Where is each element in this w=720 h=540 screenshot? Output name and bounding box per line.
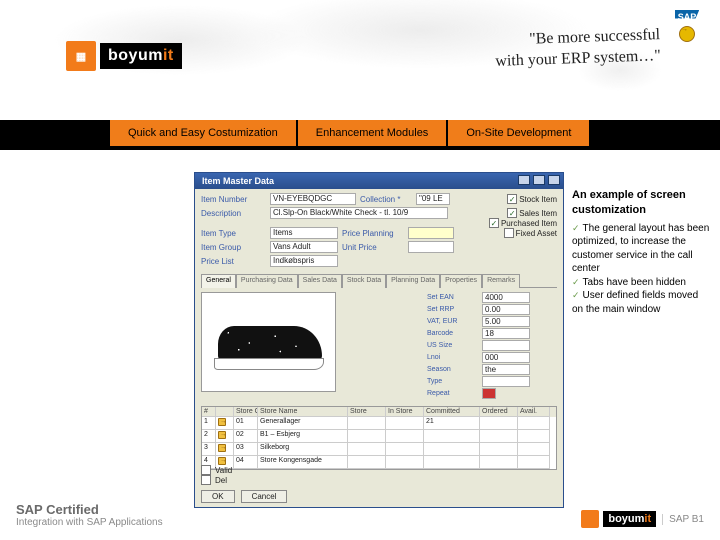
tab-remarks[interactable]: Remarks bbox=[482, 274, 520, 288]
repeat-input[interactable] bbox=[482, 388, 496, 399]
ussize-input[interactable] bbox=[482, 340, 530, 351]
set-rrp-input[interactable]: 0.00 bbox=[482, 304, 530, 315]
shoe-icon bbox=[214, 315, 324, 370]
nav-quick-easy[interactable]: Quick and Easy Costumization bbox=[110, 120, 296, 146]
unit-price-label: Unit Price bbox=[342, 243, 404, 252]
item-type-select[interactable]: Items bbox=[270, 227, 338, 239]
item-type-label: Item Type bbox=[201, 229, 266, 238]
warehouse-grid[interactable]: # Store CodeStore Name StoreIn Store Com… bbox=[201, 406, 557, 470]
link-arrow-icon[interactable] bbox=[218, 418, 226, 426]
item-number-label: Item Number bbox=[201, 195, 266, 204]
item-image[interactable] bbox=[201, 292, 336, 392]
lnoi-input[interactable]: 000 bbox=[482, 352, 530, 363]
price-planning-input[interactable] bbox=[408, 227, 454, 239]
del-checkbox[interactable] bbox=[201, 475, 211, 485]
nav-onsite[interactable]: On-Site Development bbox=[448, 120, 589, 146]
tab-planning[interactable]: Planning Data bbox=[386, 274, 440, 288]
brand-logo: ▦ boyumit bbox=[66, 36, 226, 76]
link-arrow-icon[interactable] bbox=[218, 444, 226, 452]
item-group-label: Item Group bbox=[201, 243, 266, 252]
price-list-label: Price List bbox=[201, 257, 266, 266]
brand-mark-icon: ▦ bbox=[66, 41, 96, 71]
valid-checkbox[interactable] bbox=[201, 465, 211, 475]
set-ean-input[interactable]: 4000 bbox=[482, 292, 530, 303]
brand-mark-icon bbox=[581, 510, 599, 528]
collection-input[interactable]: "09 LE bbox=[416, 193, 450, 205]
sales-checkbox[interactable]: ✓ bbox=[507, 208, 517, 218]
price-planning-label: Price Planning bbox=[342, 229, 404, 238]
barcode-input[interactable]: 18 bbox=[482, 328, 530, 339]
tab-strip: General Purchasing Data Sales Data Stock… bbox=[201, 273, 557, 288]
fixedasset-checkbox[interactable] bbox=[504, 228, 514, 238]
tab-purchasing[interactable]: Purchasing Data bbox=[236, 274, 298, 288]
cancel-button[interactable]: Cancel bbox=[241, 490, 288, 503]
purchased-checkbox[interactable]: ✓ bbox=[489, 218, 499, 228]
table-row[interactable]: 4 04Store Kongensgade bbox=[202, 456, 556, 469]
item-number-input[interactable]: VN-EYEBQDGC bbox=[270, 193, 356, 205]
minimize-icon[interactable] bbox=[518, 175, 530, 185]
tab-stock[interactable]: Stock Data bbox=[342, 274, 386, 288]
tab-general[interactable]: General bbox=[201, 274, 236, 288]
close-icon[interactable] bbox=[548, 175, 560, 185]
item-master-window: Item Master Data Item Number VN-EYEBQDGC… bbox=[194, 172, 564, 508]
link-arrow-icon[interactable] bbox=[218, 431, 226, 439]
callout-title: An example of screen customization bbox=[572, 188, 712, 218]
nav-enhancement[interactable]: Enhancement Modules bbox=[298, 120, 447, 146]
type-input[interactable] bbox=[482, 376, 530, 387]
sap-certified-logo: SAP Certified Integration with SAP Appli… bbox=[16, 502, 163, 528]
window-title: Item Master Data bbox=[198, 176, 274, 186]
sap-channel-badge: SAP bbox=[668, 10, 706, 48]
description-label: Description bbox=[201, 209, 266, 218]
footer-logo: boyumit SAP B1 bbox=[581, 510, 704, 528]
season-input[interactable]: the bbox=[482, 364, 530, 375]
callout-text: An example of screen customization The g… bbox=[572, 188, 712, 316]
ok-button[interactable]: OK bbox=[201, 490, 235, 503]
window-titlebar[interactable]: Item Master Data bbox=[195, 173, 563, 189]
price-list-select[interactable]: Indkøbspris bbox=[270, 255, 338, 267]
vat-input[interactable]: 5.00 bbox=[482, 316, 530, 327]
tagline: "Be more successful with your ERP system… bbox=[494, 25, 661, 72]
link-arrow-icon[interactable] bbox=[218, 457, 226, 465]
unit-price-input[interactable] bbox=[408, 241, 454, 253]
collection-label: Collection * bbox=[360, 195, 412, 204]
item-group-select[interactable]: Vans Adult bbox=[270, 241, 338, 253]
main-nav: Quick and Easy Costumization Enhancement… bbox=[0, 120, 720, 150]
tab-sales[interactable]: Sales Data bbox=[298, 274, 342, 288]
table-row[interactable]: 2 02B1 – Esbjerg bbox=[202, 430, 556, 443]
tab-properties[interactable]: Properties bbox=[440, 274, 482, 288]
stock-checkbox[interactable]: ✓ bbox=[507, 194, 517, 204]
table-row[interactable]: 1 01Generallager 21 bbox=[202, 417, 556, 430]
kv-panel: Set EAN4000 Set RRP0.00 VAT, EUR5.00 Bar… bbox=[427, 292, 557, 400]
table-row[interactable]: 3 03Silkeborg bbox=[202, 443, 556, 456]
maximize-icon[interactable] bbox=[533, 175, 545, 185]
description-input[interactable]: Cl.Slp-On Black/White Check - tl. 10/9 bbox=[270, 207, 448, 219]
